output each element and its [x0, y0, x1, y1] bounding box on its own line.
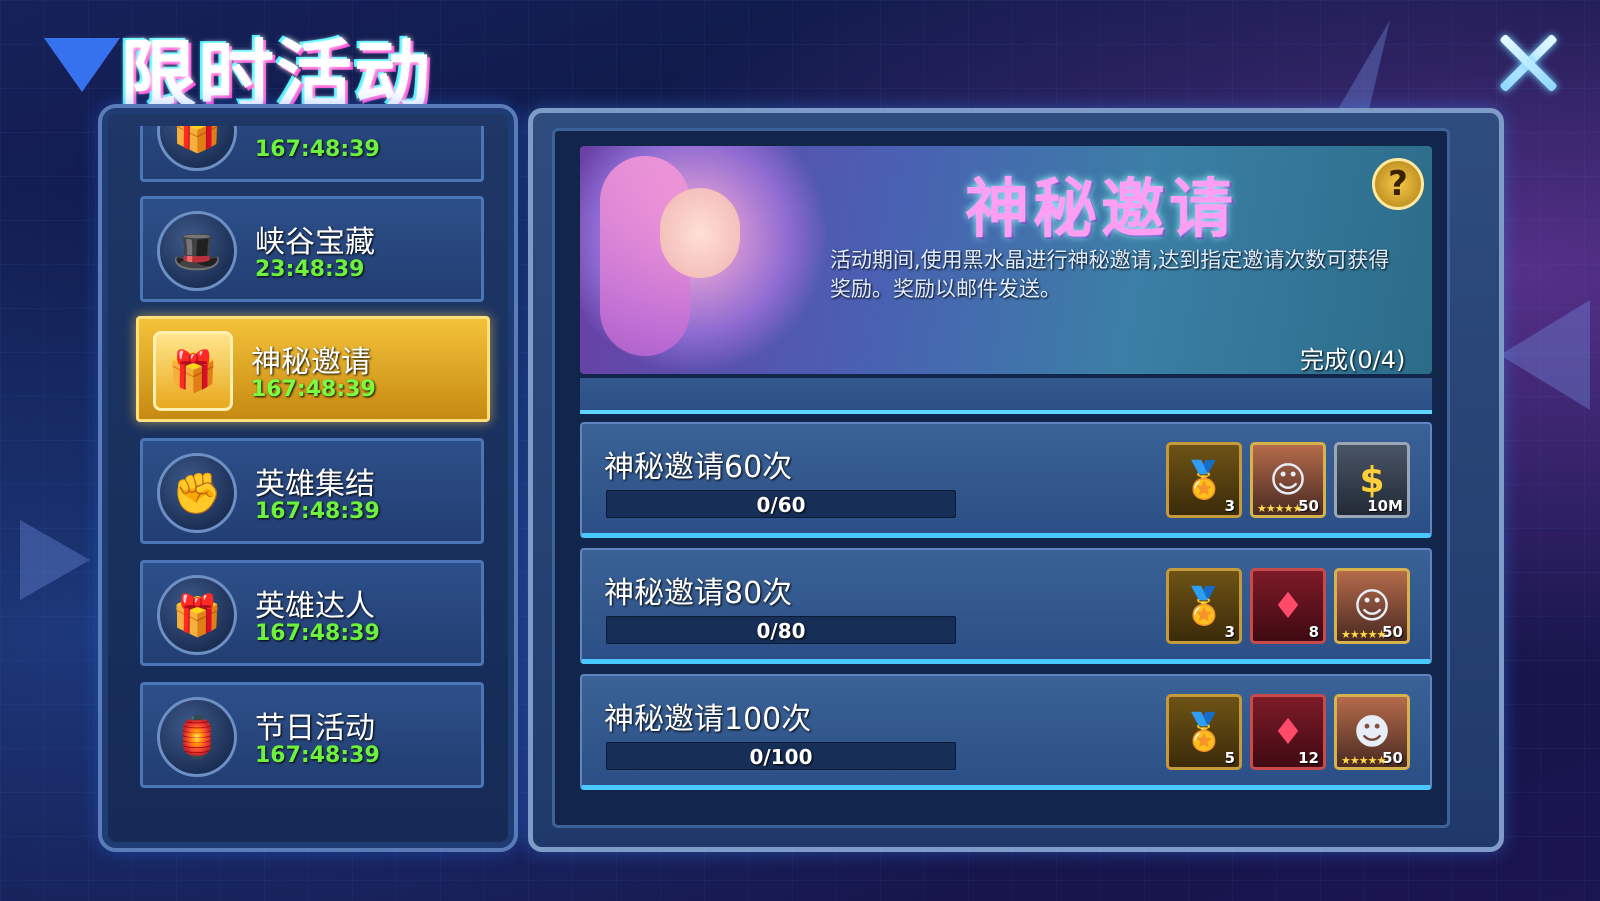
- reward-red-gem[interactable]: ♦ 8: [1250, 568, 1326, 644]
- sidebar-item-timer: 23:48:39: [255, 257, 365, 282]
- progress-text: 0/100: [749, 745, 813, 769]
- task-title: 神秘邀请60次: [604, 450, 793, 485]
- sidebar-item-gift[interactable]: 🎁 167:48:39: [140, 126, 484, 182]
- sidebar-item-timer: 167:48:39: [255, 621, 380, 646]
- banner-title: 神秘邀请: [965, 173, 1237, 247]
- sidebar-item-timer: 167:48:39: [255, 743, 380, 768]
- help-button[interactable]: ?: [1372, 158, 1424, 210]
- red-gem-icon: ♦: [1271, 585, 1305, 627]
- task-title: 神秘邀请80次: [604, 576, 793, 611]
- sidebar-item-hero-assemble[interactable]: ✊ 英雄集结 167:48:39: [140, 438, 484, 544]
- task-title: 神秘邀请100次: [604, 702, 812, 737]
- reward-count: 50: [1382, 623, 1403, 641]
- gold-badge-icon: 🏅: [1181, 460, 1227, 501]
- gauntlet-icon: ✊: [157, 453, 237, 533]
- explorer-hat-icon: 🎩: [157, 211, 237, 291]
- gold-coin-icon: $: [1359, 459, 1385, 501]
- sidebar-item-timer: 167:48:39: [255, 137, 380, 162]
- reward-count: 8: [1308, 623, 1319, 641]
- hero-portrait-blonde-icon: ☺: [1269, 459, 1307, 501]
- reward-count: 12: [1298, 749, 1319, 767]
- sidebar-item-label: 英雄集结: [255, 467, 375, 502]
- reward-stars: ★★★★★: [1257, 502, 1302, 515]
- list-item-partial: [580, 378, 1432, 414]
- sidebar-item-label: 英雄达人: [255, 589, 375, 624]
- reward-hero-fragment[interactable]: ☺ ★★★★★ 50: [1334, 568, 1410, 644]
- hero-portrait-redhair-icon: ☺: [1353, 585, 1391, 627]
- reward-stars: ★★★★★: [1341, 628, 1386, 641]
- completion-status: 完成(0/4): [1300, 346, 1406, 374]
- reward-count: 50: [1382, 749, 1403, 767]
- reward-red-gem[interactable]: ♦ 12: [1250, 694, 1326, 770]
- reward-list: 🏅 5 ♦ 12 ☻ ★★★★★ 50: [1166, 694, 1410, 770]
- reward-list: 🏅 3 ☺ ★★★★★ 50 $ 10M: [1166, 442, 1410, 518]
- sidebar-item-label: 神秘邀请: [251, 345, 371, 380]
- reward-count: 5: [1224, 749, 1235, 767]
- sidebar-item-canyon-treasure[interactable]: 🎩 峡谷宝藏 23:48:39: [140, 196, 484, 302]
- sidebar-list[interactable]: 🎁 167:48:39 🎩 峡谷宝藏 23:48:39 🎁 神秘邀请 167:4…: [120, 126, 500, 816]
- mystery-gift-icon: 🎁: [153, 331, 233, 411]
- progress-text: 0/80: [756, 619, 806, 643]
- sidebar-item-festival[interactable]: 🏮 节日活动 167:48:39: [140, 682, 484, 788]
- sidebar-item-hero-master[interactable]: 🎁 英雄达人 167:48:39: [140, 560, 484, 666]
- reward-count: 10M: [1367, 497, 1403, 515]
- gift-box-icon: 🎁: [157, 126, 237, 171]
- reward-gold-badge[interactable]: 🏅 3: [1166, 442, 1242, 518]
- red-gem-icon: ♦: [1271, 711, 1305, 753]
- lantern-icon: 🏮: [157, 697, 237, 777]
- progress-bar: 0/100: [606, 742, 956, 770]
- task-row: 神秘邀请60次 0/60 🏅 3 ☺ ★★★★★ 50 $ 10M: [580, 422, 1432, 538]
- progress-text: 0/60: [756, 493, 806, 517]
- reward-gold-badge[interactable]: 🏅 3: [1166, 568, 1242, 644]
- progress-bar: 0/60: [606, 490, 956, 518]
- blue-gift-icon: 🎁: [157, 575, 237, 655]
- reward-count: 3: [1224, 497, 1235, 515]
- sidebar-item-mystery-invite[interactable]: 🎁 神秘邀请 167:48:39: [136, 316, 490, 422]
- task-list[interactable]: 神秘邀请60次 0/60 🏅 3 ☺ ★★★★★ 50 $ 10M 神秘邀请80…: [580, 378, 1432, 808]
- hero-face: [660, 188, 740, 278]
- title-decor-triangle: [44, 38, 120, 92]
- reward-gold-coin[interactable]: $ 10M: [1334, 442, 1410, 518]
- gold-badge-icon: 🏅: [1181, 586, 1227, 627]
- reward-hero-fragment[interactable]: ☺ ★★★★★ 50: [1250, 442, 1326, 518]
- sidebar-item-timer: 167:48:39: [251, 377, 376, 402]
- task-row: 神秘邀请80次 0/80 🏅 3 ♦ 8 ☺ ★★★★★ 50: [580, 548, 1432, 664]
- reward-list: 🏅 3 ♦ 8 ☺ ★★★★★ 50: [1166, 568, 1410, 644]
- reward-hero-fragment[interactable]: ☻ ★★★★★ 50: [1334, 694, 1410, 770]
- progress-bar: 0/80: [606, 616, 956, 644]
- hero-portrait-wolf-icon: ☻: [1353, 711, 1391, 753]
- sidebar-item-label: 峡谷宝藏: [255, 225, 375, 260]
- sidebar-item-label: 节日活动: [255, 711, 375, 746]
- reward-gold-badge[interactable]: 🏅 5: [1166, 694, 1242, 770]
- reward-stars: ★★★★★: [1341, 754, 1386, 767]
- reward-count: 50: [1298, 497, 1319, 515]
- close-icon[interactable]: [1496, 30, 1560, 94]
- gold-badge-icon: 🏅: [1181, 712, 1227, 753]
- reward-count: 3: [1224, 623, 1235, 641]
- sidebar-item-timer: 167:48:39: [255, 499, 380, 524]
- task-row: 神秘邀请100次 0/100 🏅 5 ♦ 12 ☻ ★★★★★ 50: [580, 674, 1432, 790]
- banner-description: 活动期间,使用黑水晶进行神秘邀请,达到指定邀请次数可获得奖励。奖励以邮件发送。: [830, 248, 1390, 301]
